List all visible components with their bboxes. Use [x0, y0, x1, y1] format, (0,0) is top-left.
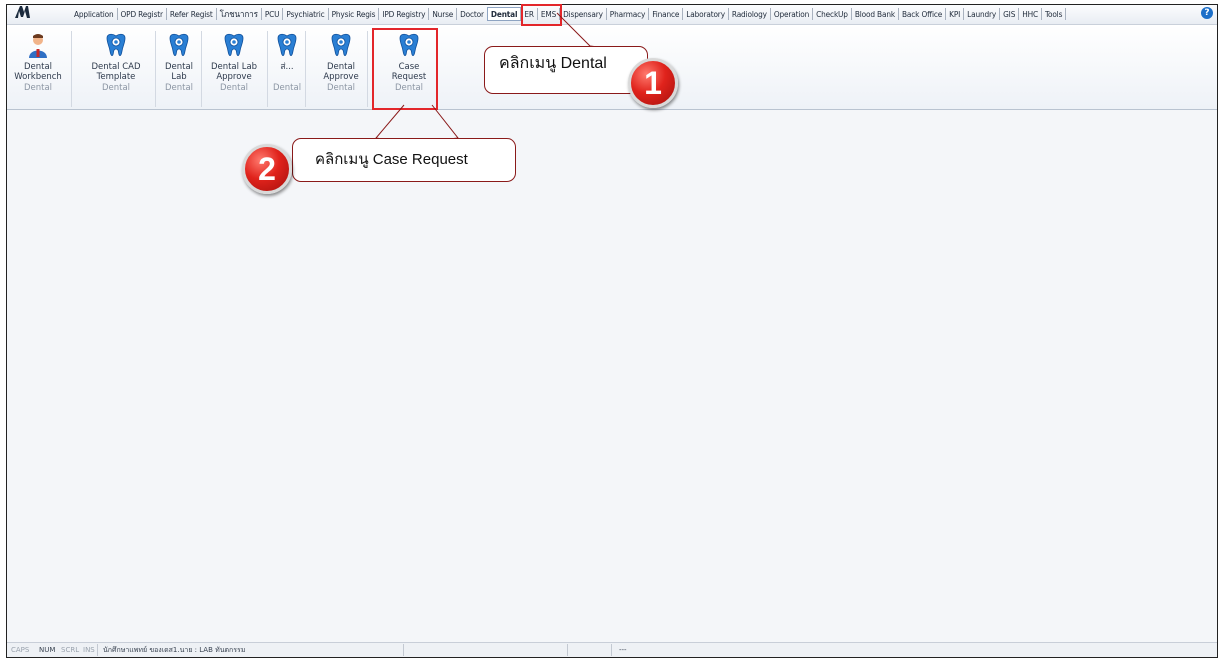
ribbon-group-label: Dental	[219, 83, 249, 93]
menu-item-refer-regist[interactable]: Refer Regist	[167, 8, 217, 20]
ribbon-button-label-1: Dental CAD	[91, 62, 141, 72]
ribbon-button-item-4[interactable]: ส่... Dental	[273, 31, 301, 107]
menu-item-laboratory[interactable]: Laboratory	[683, 8, 729, 20]
help-icon[interactable]: ?	[1201, 7, 1213, 19]
dentist-person-icon	[29, 34, 47, 58]
menu-item-back-office[interactable]: Back Office	[899, 8, 947, 20]
ribbon-button-label-2	[273, 72, 301, 82]
status-bar: CAPS NUM SCRL INS นักศึกษาแพทย์ ของเดส1.…	[7, 642, 1217, 657]
ribbon-button-dental-lab[interactable]: Dental Lab Dental	[161, 31, 197, 107]
case-request-highlight	[372, 28, 438, 110]
menu-item-dispensary[interactable]: Dispensary	[560, 8, 607, 20]
ribbon-separator	[155, 31, 156, 107]
ribbon-button-label-2: Template	[96, 72, 136, 82]
ribbon-button-label-1: Dental	[326, 62, 356, 72]
menu-item-checkup[interactable]: CheckUp	[813, 8, 852, 20]
menu-item-operation[interactable]: Operation	[771, 8, 814, 20]
step1-text: คลิกเมนู Dental	[499, 55, 607, 72]
ribbon-group-label: Dental	[164, 83, 194, 93]
step1-badge: 1	[628, 58, 678, 108]
ribbon-button-label-2: Approve	[216, 72, 252, 82]
num-indicator: NUM	[39, 646, 56, 654]
ribbon-separator	[267, 31, 268, 107]
caps-indicator: CAPS	[11, 646, 30, 654]
ribbon-group-label: Dental	[273, 83, 302, 93]
app-window: Application OPD Registr Refer Regist โภชนาก…	[6, 4, 1218, 658]
ribbon-separator	[305, 31, 306, 107]
ribbon-button-label-2: Workbench	[14, 72, 62, 82]
menu-item-pharmacy[interactable]: Pharmacy	[607, 8, 650, 20]
ribbon-group-label: Dental	[101, 83, 131, 93]
dental-tab-highlight	[521, 4, 562, 26]
ribbon-button-label-2: Approve	[323, 72, 359, 82]
step1-callout: คลิกเมนู Dental	[484, 46, 648, 94]
tooth-icon	[169, 33, 189, 57]
ribbon-group-label: Dental	[326, 83, 356, 93]
ribbon-button-dental-approve[interactable]: Dental Approve Dental	[319, 31, 363, 107]
ribbon-button-label-1: Dental	[164, 62, 194, 72]
step2-badge: 2	[242, 144, 292, 194]
scrl-indicator: SCRL	[61, 646, 80, 654]
menu-item-physic-regis[interactable]: Physic Regis	[329, 8, 380, 20]
menu-items: Application OPD Registr Refer Regist โภชนาก…	[71, 7, 1067, 21]
menu-item-laundry[interactable]: Laundry	[964, 8, 1001, 20]
status-right-text: ---	[619, 646, 627, 654]
tooth-icon	[331, 33, 351, 57]
main-menu-bar: Application OPD Registr Refer Regist โภชนาก…	[7, 5, 1217, 25]
tooth-icon	[106, 33, 126, 57]
menu-item-dental[interactable]: Dental	[486, 7, 523, 21]
tooth-icon	[224, 33, 244, 57]
ribbon-button-dental-workbench[interactable]: Dental Workbench Dental	[9, 31, 67, 107]
step2-text: คลิกเมนู Case Request	[315, 151, 468, 168]
menu-item-ipd-registry[interactable]: IPD Registry	[379, 8, 430, 20]
menu-item-psychiatric[interactable]: Psychiatric	[283, 8, 329, 20]
menu-item-doctor[interactable]: Doctor	[457, 8, 488, 20]
menu-item-nurse[interactable]: Nurse	[429, 8, 458, 20]
ribbon-button-label-2: Lab	[171, 72, 187, 82]
menu-item-kpi[interactable]: KPI	[946, 8, 965, 20]
menu-item-pcu[interactable]: PCU	[262, 8, 284, 20]
menu-item-opd-registr[interactable]: OPD Registr	[118, 8, 167, 20]
ribbon-button-label-1: Dental	[23, 62, 53, 72]
ribbon-group-label: Dental	[23, 83, 53, 93]
ribbon-button-label-1: ส่...	[280, 62, 294, 72]
menu-item-tools[interactable]: Tools	[1042, 8, 1067, 20]
tooth-icon	[277, 33, 297, 57]
ribbon-button-dental-cad-template[interactable]: Dental CAD Template Dental	[81, 31, 151, 107]
menu-item-blood-bank[interactable]: Blood Bank	[852, 8, 899, 20]
ins-indicator: INS	[83, 646, 95, 654]
ribbon-button-dental-lab-approve[interactable]: Dental Lab Approve Dental	[205, 31, 263, 107]
menu-item-gis[interactable]: GIS	[1000, 8, 1020, 20]
menu-item-radiology[interactable]: Radiology	[729, 8, 771, 20]
step2-callout: คลิกเมนู Case Request	[292, 138, 516, 182]
ribbon-button-label-1: Dental Lab	[210, 62, 258, 72]
menu-item-hhc[interactable]: HHC	[1019, 8, 1043, 20]
ribbon-separator	[71, 31, 72, 107]
ribbon-separator	[367, 31, 368, 107]
app-logo-icon	[15, 6, 30, 18]
status-user-text: นักศึกษาแพทย์ ของเดส1.นาย : LAB ทันตกรรม	[103, 646, 246, 654]
menu-item-โภชนาการ[interactable]: โภชนาการ	[217, 8, 262, 20]
menu-item-application[interactable]: Application	[71, 8, 118, 20]
ribbon-separator	[201, 31, 202, 107]
menu-item-finance[interactable]: Finance	[649, 8, 684, 20]
workspace-area	[7, 110, 1217, 642]
